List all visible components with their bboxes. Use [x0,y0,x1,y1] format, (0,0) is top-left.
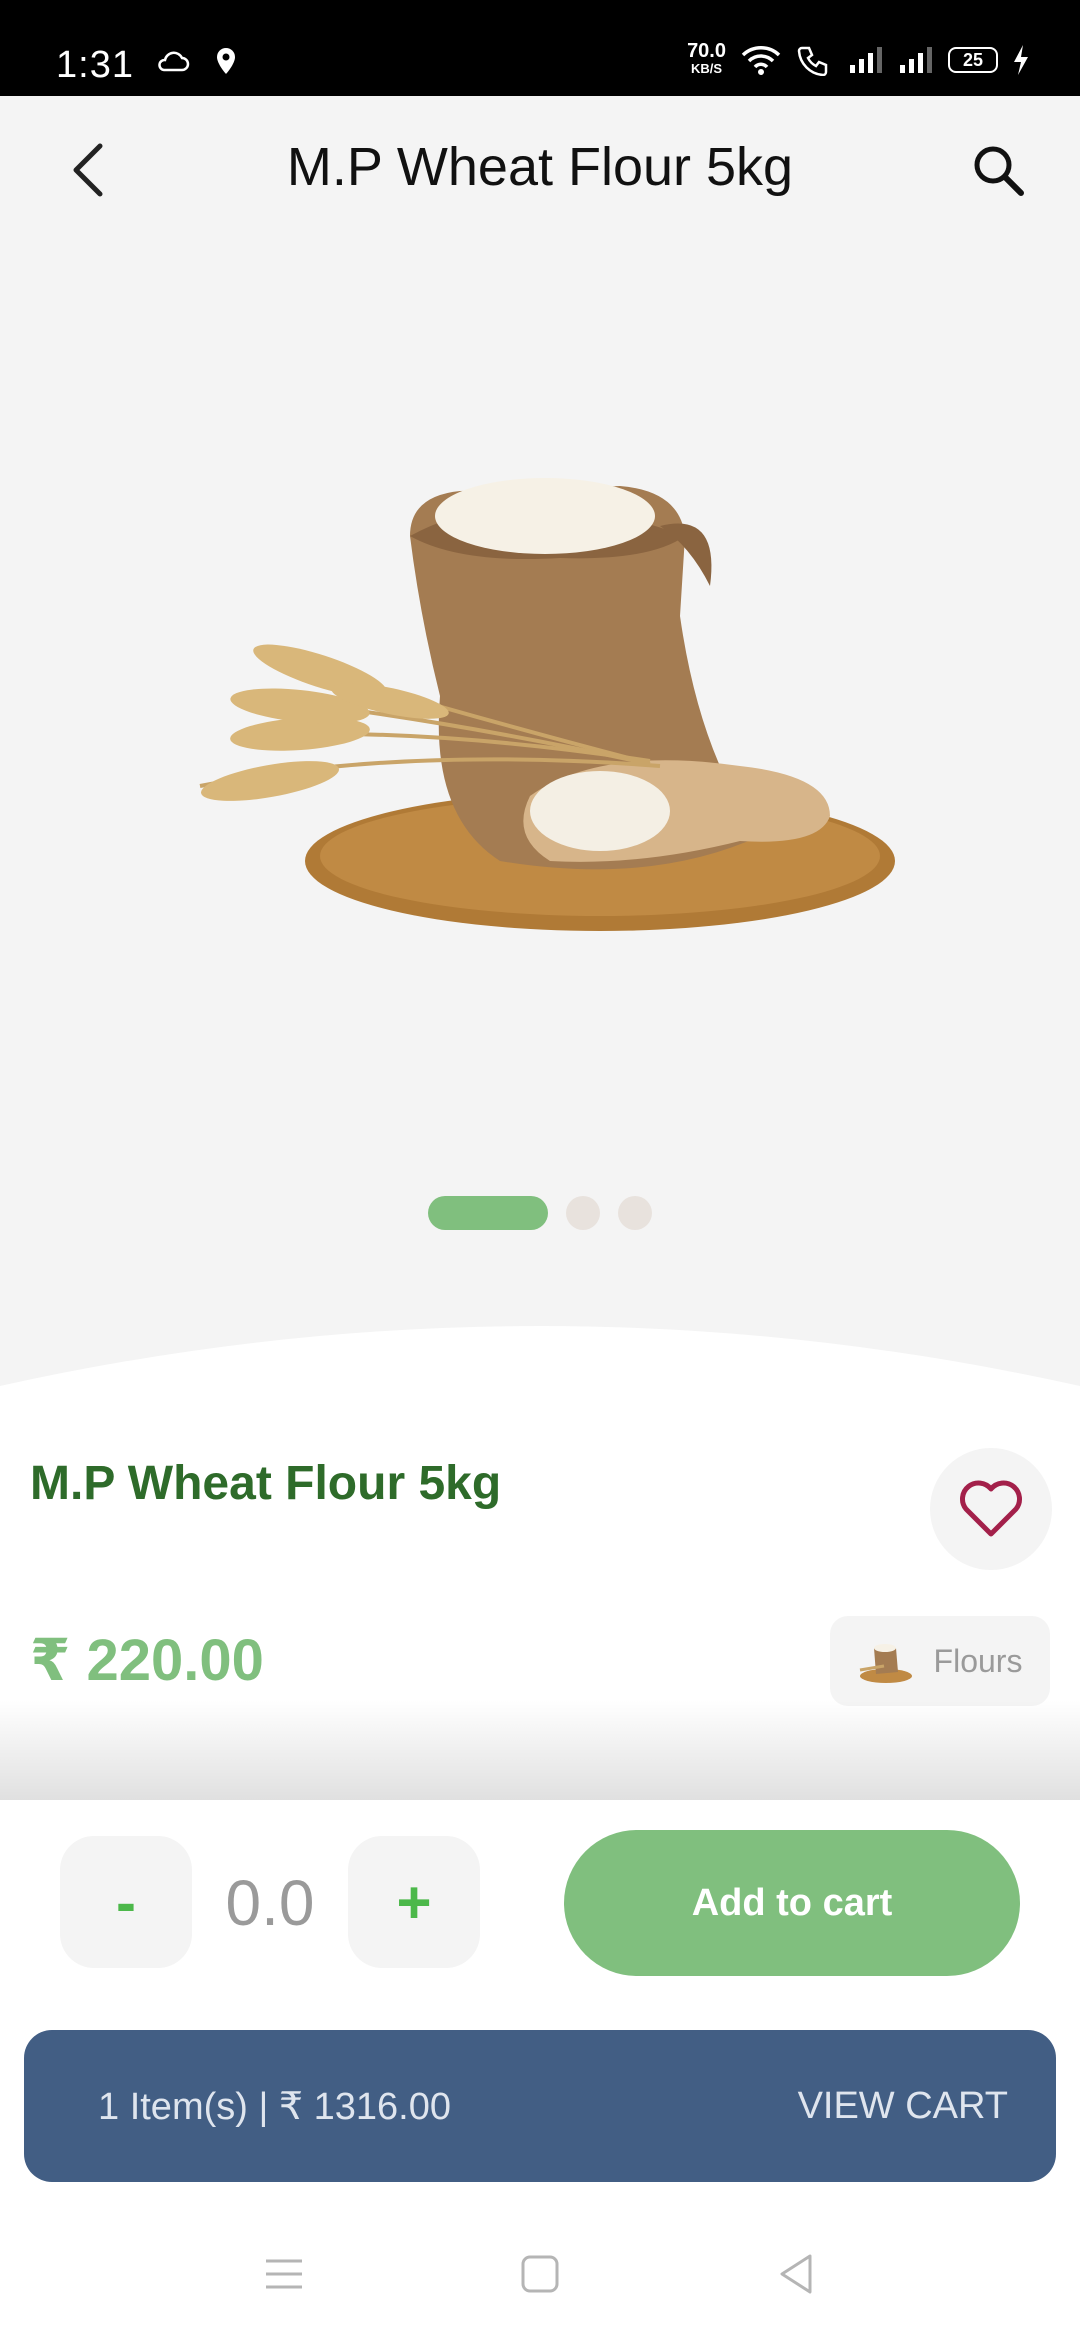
charging-icon [1014,45,1028,75]
cloud-icon [158,51,190,72]
menu-icon[interactable] [262,2252,306,2296]
system-navigation-bar [0,2200,1080,2340]
carousel-indicator [0,1196,1080,1230]
carousel-dot[interactable] [428,1196,548,1230]
signal-icon-2 [900,47,932,73]
heart-icon [960,1480,1022,1537]
category-chip[interactable]: Flours [830,1616,1050,1706]
wheat-flour-image [199,478,895,931]
decrease-quantity-button[interactable]: - [60,1836,192,1968]
call-icon [797,46,828,76]
view-cart-bar[interactable]: 1 Item(s) | ₹ 1316.00 VIEW CART [24,2030,1056,2182]
search-icon [974,146,1024,196]
favorite-button[interactable] [930,1448,1052,1570]
home-icon[interactable] [518,2252,562,2296]
app-header: M.P Wheat Flour 5kg [0,96,1080,246]
carousel-dot[interactable] [566,1196,600,1230]
back-triangle-icon[interactable] [774,2252,818,2296]
flour-category-icon [859,1644,912,1683]
page-title: M.P Wheat Flour 5kg [286,137,794,197]
product-image-carousel[interactable] [0,246,1080,1386]
location-icon [217,48,235,74]
signal-icon [850,47,882,73]
product-name: M.P Wheat Flour 5kg [30,1457,502,1510]
status-time: 1:31 [56,44,134,86]
cart-controls: - 0.0 + Add to cart [0,1800,1080,2030]
carousel-dot[interactable] [618,1196,652,1230]
network-speed: 70.0 KB/S [687,40,726,76]
wifi-icon [741,46,781,75]
increase-quantity-button[interactable]: + [348,1836,480,1968]
add-to-cart-button[interactable]: Add to cart [564,1830,1020,1976]
search-button[interactable] [966,138,1030,202]
status-bar: 1:31 70.0 KB/S 25 [0,0,1080,96]
divider-shadow [0,1700,1080,1800]
battery-indicator: 25 [948,47,998,73]
cart-summary: 1 Item(s) | ₹ 1316.00 [98,2085,451,2128]
view-cart-button[interactable]: VIEW CART [798,2085,1008,2128]
product-price: ₹ 220.00 [30,1628,264,1693]
hero-curve [0,1326,1080,1386]
category-label: Flours [933,1642,1023,1679]
quantity-value: 0.0 [225,1867,315,1939]
